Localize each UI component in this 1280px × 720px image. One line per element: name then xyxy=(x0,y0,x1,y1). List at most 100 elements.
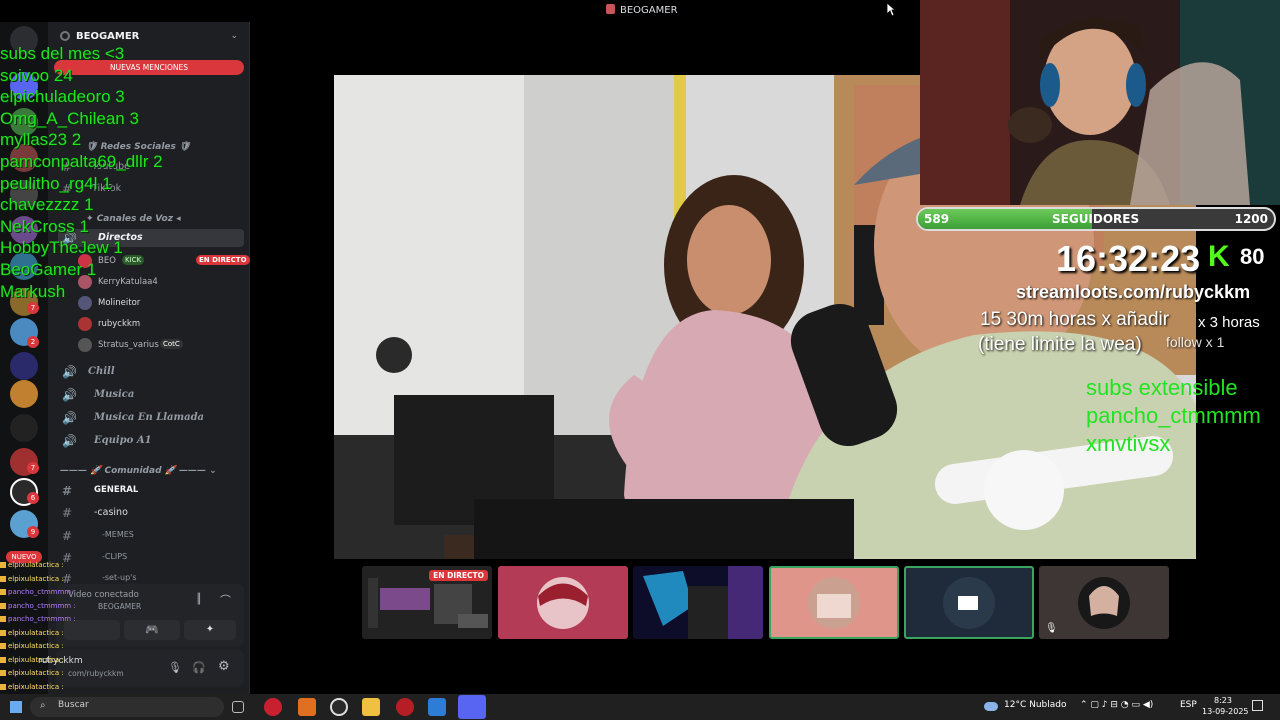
webcam-frame xyxy=(920,0,1280,205)
notifications-icon[interactable] xyxy=(1252,700,1263,711)
store-icon[interactable] xyxy=(428,698,446,716)
mini-chat-line: elpixulatactica : xyxy=(0,627,120,641)
mouse-cursor-icon xyxy=(886,2,896,17)
server-icon[interactable] xyxy=(10,380,38,408)
chevron-down-icon[interactable]: ⌄ xyxy=(230,31,238,41)
chat-user: pancho_ctmmmm : xyxy=(8,615,76,623)
gear-icon[interactable]: ⚙ xyxy=(218,659,230,674)
subs-line-3: xmvtivsx xyxy=(1086,431,1171,456)
microphone-icon[interactable]: 🎙 xyxy=(168,661,182,674)
kick-logo-icon: K xyxy=(1208,240,1230,273)
chat-line: HobbyTheJew 1 xyxy=(0,238,123,258)
subs-line-1: subs extensible xyxy=(1086,375,1238,400)
channel-general[interactable]: # GENERAL xyxy=(58,482,244,500)
channel-label: Musica xyxy=(94,389,135,400)
clock-time[interactable]: 8:23 xyxy=(1214,696,1232,705)
badge-icon xyxy=(0,656,6,663)
windows-start-icon[interactable] xyxy=(10,701,22,713)
chat-line: Omg_A_Chilean 3 xyxy=(0,108,139,128)
rule-line-2: (tiene limite la wea) xyxy=(978,334,1142,355)
voice-channel-chill[interactable]: 🔊 Chill xyxy=(58,363,244,381)
mini-chat-line: pancho_ctmmmm : xyxy=(0,600,120,614)
mini-chat-line: pancho_ctmmmm : xyxy=(0,586,120,600)
channel-label: Musica En Llamada xyxy=(94,412,205,423)
discord-icon[interactable] xyxy=(458,695,486,719)
mini-chat-line: elpixulatactica : xyxy=(0,559,120,573)
hash-icon: # xyxy=(62,506,73,520)
participant-tile[interactable] xyxy=(633,566,763,639)
chat-user: elpixulatactica : xyxy=(8,628,64,637)
app-icon[interactable] xyxy=(298,698,316,716)
rule-side-1: x 3 horas xyxy=(1198,314,1260,331)
window-title-text: BEOGAMER xyxy=(620,5,678,16)
headphones-icon[interactable]: 🎧 xyxy=(192,661,206,674)
channel-label: -casino xyxy=(94,507,128,518)
cloud-icon xyxy=(984,702,998,711)
tray-icons[interactable]: ⌃ ▢ ♪ ⊟ ◔ ▭ ◀) xyxy=(1080,700,1153,710)
voice-channel-musica[interactable]: 🔊 Musica xyxy=(58,386,244,404)
username: Stratus_varius xyxy=(98,340,159,350)
participant-tile-speaking[interactable] xyxy=(904,566,1034,639)
voice-channel-musica-llamada[interactable]: 🔊 Musica En Llamada xyxy=(58,409,244,427)
taskbar-search[interactable]: ⌕ Buscar xyxy=(30,697,224,717)
participant-tile-speaking[interactable] xyxy=(769,566,899,639)
rule-side-2: follow x 1 xyxy=(1166,334,1225,350)
channel-casino[interactable]: # -casino xyxy=(58,504,244,522)
window-title: BEOGAMER xyxy=(606,4,678,16)
badge-icon xyxy=(0,670,6,676)
participant-tile[interactable] xyxy=(498,566,628,639)
chat-user: elpixulatactica : xyxy=(8,682,64,691)
channel-memes[interactable]: # -MEMES xyxy=(58,527,244,545)
app-icon[interactable] xyxy=(396,698,414,716)
language[interactable]: ESP xyxy=(1180,700,1197,710)
voice-user[interactable]: Stratus_varius CotC xyxy=(78,337,244,355)
avatar xyxy=(808,577,860,629)
server-icon[interactable] xyxy=(10,352,38,380)
followers-label: SEGUIDORES xyxy=(1052,212,1140,226)
server-name: BEOGAMER xyxy=(76,31,140,42)
clock-date[interactable]: 13-09-2025 xyxy=(1202,707,1249,716)
participant-tile[interactable]: 🎙 xyxy=(1039,566,1169,639)
chat-user: pancho_ctmmmm : xyxy=(8,588,76,596)
chat-line: pamconpalta69_dllr 2 xyxy=(0,151,163,171)
channel-label: Equipo A1 xyxy=(94,435,152,446)
participant-tile-stream[interactable]: EN DIRECTO xyxy=(362,566,492,639)
chat-line: NekCross 1 xyxy=(0,216,89,236)
notification-badge: 7 xyxy=(27,462,39,474)
app-icon xyxy=(606,4,615,14)
folder-icon[interactable] xyxy=(362,698,380,716)
channel-label: -MEMES xyxy=(102,530,134,539)
voice-channel-equipo[interactable]: 🔊 Equipo A1 xyxy=(58,432,244,450)
followers-current: 589 xyxy=(924,212,950,226)
signal-icon: ║ xyxy=(196,594,203,605)
hash-icon: # xyxy=(62,529,73,543)
mini-chat: elpixulatactica : elpixulatactica : panc… xyxy=(0,559,120,694)
webcam-overlay xyxy=(920,0,1280,205)
live-badge: EN DIRECTO xyxy=(429,570,488,581)
opera-icon[interactable] xyxy=(264,698,282,716)
search-icon: ⌕ xyxy=(40,700,46,711)
category-community[interactable]: ——— 🚀 Comunidad 🚀 ——— ⌄ xyxy=(60,466,217,476)
badge-icon xyxy=(0,589,6,595)
chat-line: Markush xyxy=(0,281,66,301)
category-label: Comunidad xyxy=(104,466,162,476)
soundboard-button[interactable]: ✦ xyxy=(184,620,236,640)
weather-text[interactable]: 12°C Nublado xyxy=(1004,700,1066,710)
mini-chat-line: elpixulatactica : xyxy=(0,654,120,668)
notification-badge: 9 xyxy=(27,526,39,538)
disconnect-icon[interactable]: ⌒ xyxy=(220,592,231,608)
task-view-icon[interactable] xyxy=(232,701,244,713)
speaker-icon: 🔊 xyxy=(62,434,77,448)
avatar xyxy=(78,338,92,352)
voice-user[interactable]: rubyckkm xyxy=(78,316,244,334)
chat-user: elpixulatactica : xyxy=(8,561,64,569)
followers-goal: 1200 xyxy=(1234,212,1268,226)
server-icon-small xyxy=(60,31,70,41)
server-icon[interactable] xyxy=(10,414,38,442)
mini-chat-line: elpixulatactica : xyxy=(0,681,120,695)
stream-clock: 16:32:23 xyxy=(1056,238,1201,279)
activity-button[interactable]: 🎮 xyxy=(124,620,180,640)
chat-user: elpixulatactica : xyxy=(8,574,64,583)
badge-icon xyxy=(0,629,6,636)
obs-icon[interactable] xyxy=(330,698,348,716)
